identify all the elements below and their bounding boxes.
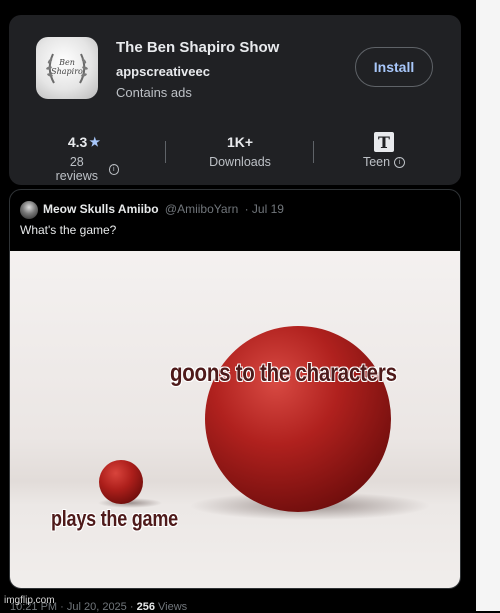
- imgflip-watermark: imgflip.com: [4, 595, 55, 606]
- small-red-ball: [99, 460, 143, 504]
- tweet-handle[interactable]: @AmiiboYarn: [165, 202, 238, 216]
- star-icon: ★: [89, 135, 101, 149]
- rating-value: 4.3: [67, 134, 88, 150]
- laurel-logo-icon: Ben Shapiro: [46, 53, 88, 84]
- avatar[interactable]: [20, 201, 38, 219]
- teen-rating-icon: T: [374, 132, 394, 152]
- downloads-value: 1K+: [226, 134, 254, 150]
- tweet-header: Meow Skulls Amiibo @AmiiboYarn · Jul 19: [43, 202, 284, 216]
- developer-link[interactable]: appscreativeec: [116, 64, 210, 79]
- views-count: 256: [136, 601, 155, 613]
- content-rating-stat[interactable]: T Teen i: [354, 132, 414, 169]
- downloads-label: Downloads: [209, 155, 271, 169]
- logo-text-line2: Shapiro: [51, 67, 83, 76]
- tweet-text: What's the game?: [20, 223, 117, 237]
- downloads-stat: 1K+ Downloads: [200, 133, 280, 169]
- ball-scene-graphic: [98, 326, 430, 520]
- info-icon: i: [394, 156, 406, 168]
- stat-divider: [313, 141, 314, 163]
- app-title: The Ben Shapiro Show: [116, 39, 280, 56]
- install-button[interactable]: Install: [355, 47, 433, 87]
- reviews-count: 28 reviews: [55, 155, 98, 183]
- right-edge-strip: [476, 0, 500, 611]
- content-rating-label: Teen: [362, 155, 391, 169]
- tweet-card[interactable]: Meow Skulls Amiibo @AmiiboYarn · Jul 19 …: [9, 189, 461, 589]
- logo-text-line1: Ben: [58, 58, 75, 67]
- ads-notice: Contains ads: [116, 85, 192, 100]
- app-icon[interactable]: Ben Shapiro: [36, 37, 98, 99]
- rating-stat[interactable]: 4.3 ★ 28 reviews i: [49, 133, 119, 183]
- info-icon: i: [108, 163, 119, 175]
- tweet-author[interactable]: Meow Skulls Amiibo: [43, 202, 159, 216]
- views-label: Views: [154, 601, 188, 613]
- meme-caption-bottom: plays the game: [51, 506, 178, 531]
- meme-caption-top: goons to the characters: [170, 359, 397, 387]
- play-store-card: Ben Shapiro The Ben Shapiro Show appscre…: [9, 15, 461, 185]
- big-red-ball: [205, 326, 391, 512]
- meme-image[interactable]: goons to the characters plays the game: [10, 251, 460, 588]
- tweet-date[interactable]: · Jul 19: [245, 202, 284, 216]
- stat-divider: [165, 141, 166, 163]
